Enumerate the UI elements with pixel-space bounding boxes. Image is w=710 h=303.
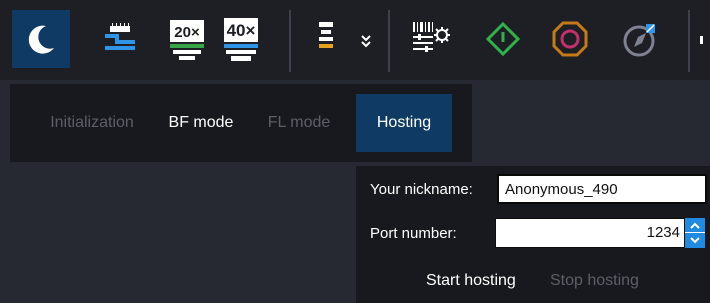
hosting-panel: Your nickname: Port number: 1234 Start h… <box>356 166 710 303</box>
objective-20x-button[interactable]: 20× <box>158 10 216 68</box>
night-mode-button[interactable] <box>12 10 70 68</box>
nickname-label: Your nickname: <box>370 181 473 198</box>
tab-hosting[interactable]: Hosting <box>356 94 452 152</box>
navigate-button[interactable] <box>612 10 670 68</box>
port-decrement-button[interactable] <box>685 233 705 248</box>
port-increment-button[interactable] <box>685 218 705 233</box>
power-green-icon <box>485 21 521 57</box>
port-number-input[interactable]: 1234 <box>495 218 685 248</box>
mode-tabs: Initialization BF mode FL mode Hosting <box>10 84 472 162</box>
illumination-dropdown-button[interactable] <box>356 10 376 68</box>
illumination-icon <box>319 22 333 48</box>
chevron-down-icon <box>690 237 700 244</box>
start-hosting-button[interactable]: Start hosting <box>426 272 516 290</box>
objective-40x-label: 40× <box>227 21 256 40</box>
tab-bf-mode[interactable]: BF mode <box>158 94 244 152</box>
more-icon <box>700 36 703 44</box>
toolbar-separator <box>388 10 390 72</box>
stop-button[interactable] <box>541 10 599 68</box>
toolbar: 20× 40× <box>0 0 710 80</box>
toolbar-separator <box>289 10 291 72</box>
port-label: Port number: <box>370 225 457 242</box>
chevron-up-icon <box>690 222 700 229</box>
nickname-input[interactable] <box>497 174 707 204</box>
barcode-settings-icon <box>413 22 450 52</box>
tab-fl-mode[interactable]: FL mode <box>254 94 344 152</box>
stop-octagon-icon <box>552 21 588 57</box>
stage-ruler-icon <box>105 23 135 50</box>
moon-icon <box>28 25 54 54</box>
barcode-settings-button[interactable] <box>403 10 461 68</box>
objective-40x-icon: 40× <box>224 18 258 61</box>
objective-20x-label: 20× <box>174 24 200 41</box>
illumination-button[interactable] <box>297 10 355 68</box>
objective-40x-button[interactable]: 40× <box>212 10 270 68</box>
toolbar-overflow-button[interactable] <box>696 10 710 68</box>
chevron-down-icon <box>361 35 371 48</box>
start-button[interactable] <box>474 10 532 68</box>
compass-pen-icon <box>623 24 655 57</box>
toolbar-separator <box>688 10 690 72</box>
objective-20x-icon: 20× <box>170 20 204 60</box>
port-spinner <box>685 218 705 248</box>
tab-initialization[interactable]: Initialization <box>24 94 160 152</box>
stop-hosting-button[interactable]: Stop hosting <box>550 272 639 290</box>
stage-button[interactable] <box>95 10 153 68</box>
